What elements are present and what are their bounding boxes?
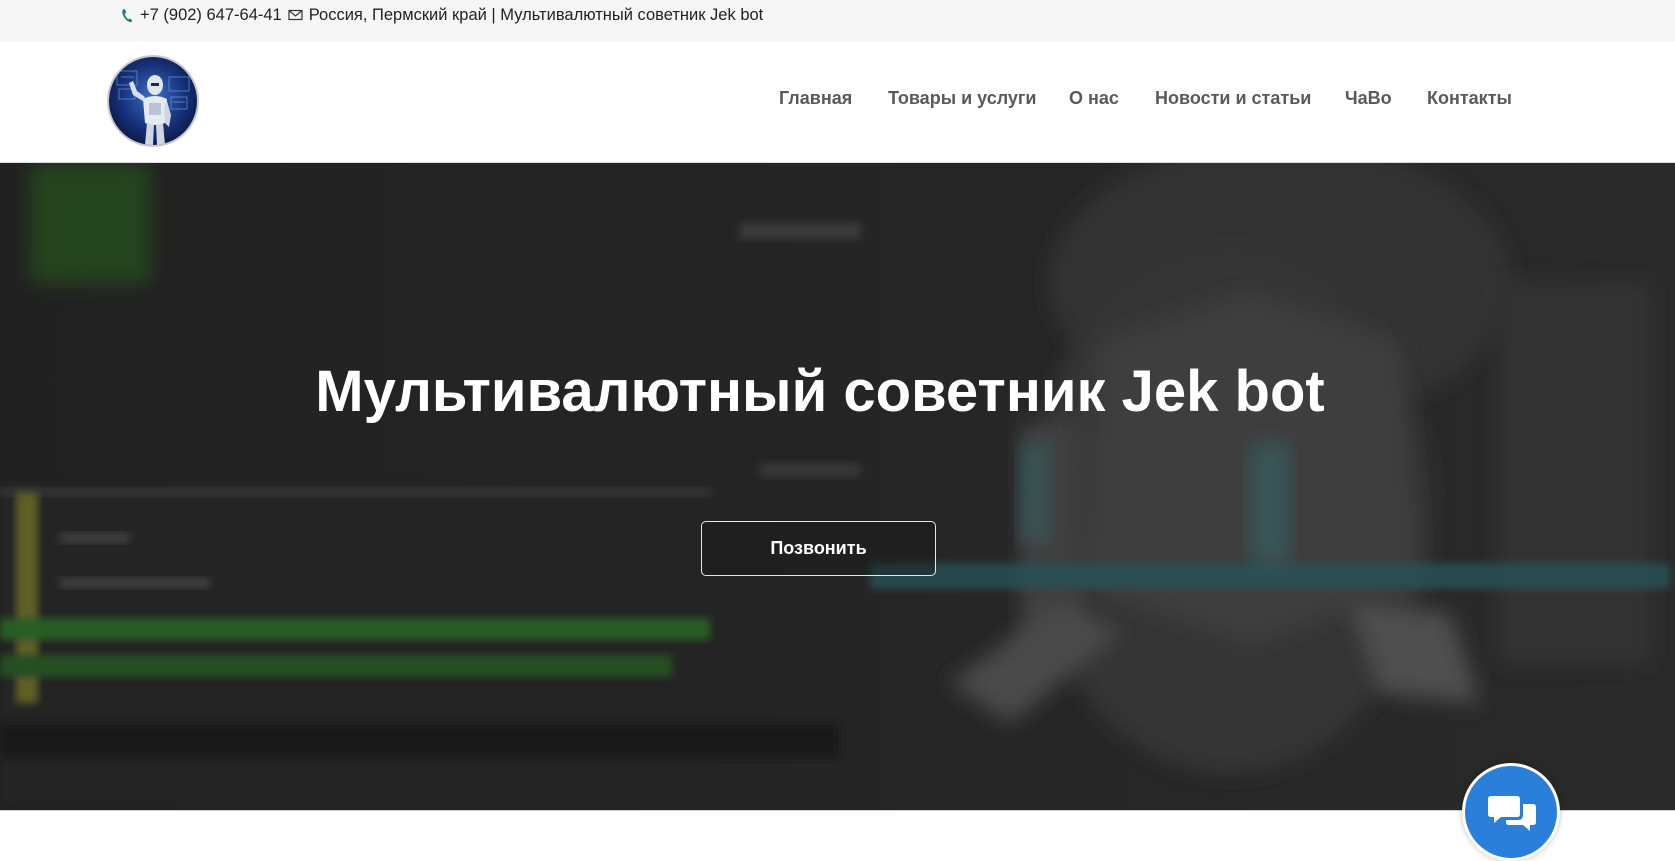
phone-icon [121, 8, 133, 23]
nav-item-faq[interactable]: ЧаВо [1345, 88, 1392, 109]
bottom-divider [0, 810, 1675, 828]
nav-item-products[interactable]: Товары и услуги [888, 88, 1036, 109]
hero-section: Мультивалютный советник Jek bot Позвонит… [0, 163, 1675, 810]
hero-background-image [0, 163, 1675, 810]
chat-widget-button[interactable] [1462, 763, 1560, 861]
nav-item-news[interactable]: Новости и статьи [1155, 88, 1311, 109]
nav-item-about[interactable]: О нас [1069, 88, 1119, 109]
chat-bubbles-icon [1488, 796, 1536, 831]
hero-title: Мультивалютный советник Jek bot [315, 359, 1325, 424]
nav-item-contacts[interactable]: Контакты [1427, 88, 1512, 109]
main-navigation: Главная Товары и услуги О нас Новости и … [0, 88, 1675, 112]
call-button[interactable]: Позвонить [701, 521, 936, 576]
mail-icon [288, 9, 303, 21]
nav-item-home[interactable]: Главная [779, 88, 852, 109]
phone-number[interactable]: +7 (902) 647-64-41 [140, 6, 282, 25]
location-text: Россия, Пермский край | Мультивалютный с… [308, 5, 764, 24]
top-info-bar: +7 (902) 647-64-41 Россия, Пермский край… [0, 0, 1675, 42]
contact-info: +7 (902) 647-64-41 Россия, Пермский край… [121, 4, 763, 26]
